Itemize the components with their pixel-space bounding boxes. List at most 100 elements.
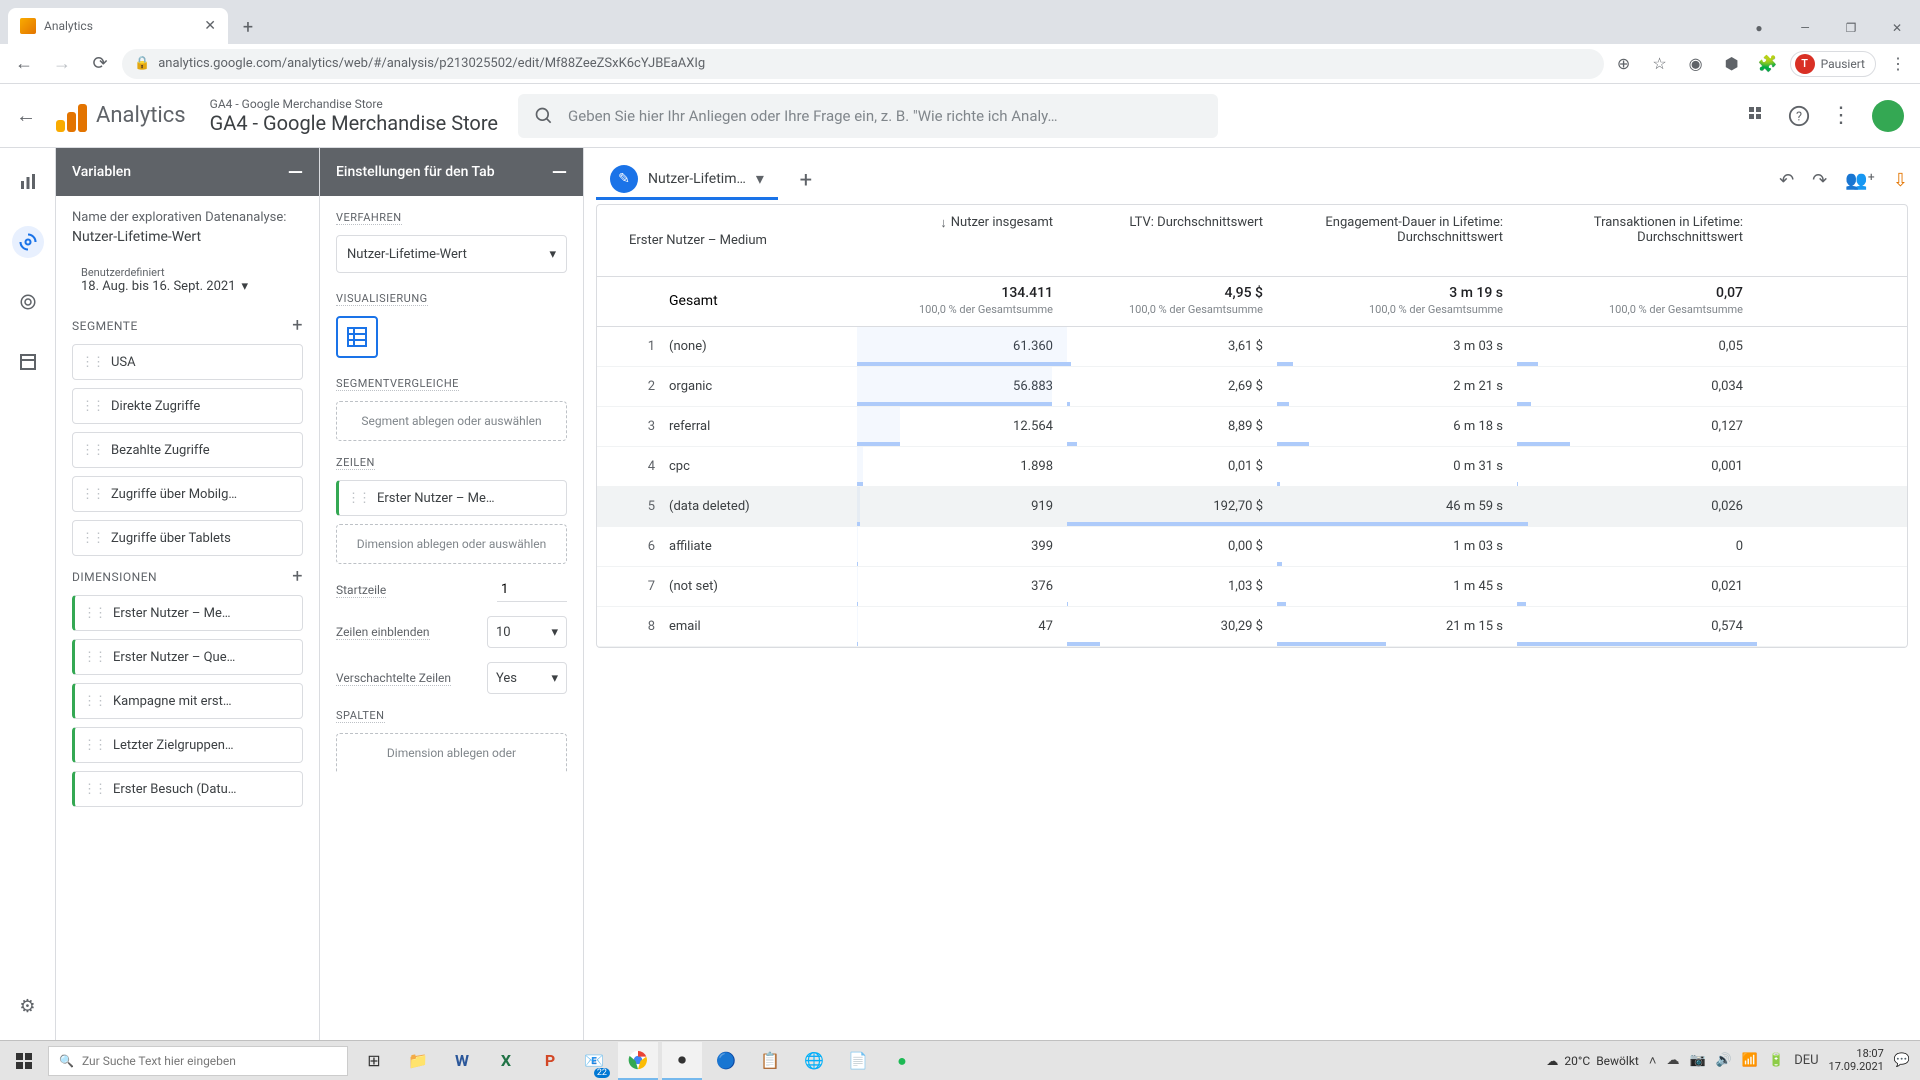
segment-dropzone[interactable]: Segment ablegen oder auswählen [336, 401, 567, 441]
add-tab-button[interactable]: + [786, 160, 826, 200]
segment-chip[interactable]: ⋮⋮USA [72, 344, 303, 380]
explorer-icon[interactable]: 📁 [398, 1042, 438, 1080]
segment-chip[interactable]: ⋮⋮Bezahlte Zugriffe [72, 432, 303, 468]
add-dimension-icon[interactable]: + [292, 566, 303, 587]
date-range-picker[interactable]: Benutzerdefiniert 18. Aug. bis 16. Sept.… [72, 259, 303, 301]
reload-icon[interactable]: ⟳ [84, 48, 116, 80]
clock[interactable]: 18:07 17.09.2021 [1829, 1048, 1884, 1072]
obs-icon[interactable]: ⏺ [662, 1042, 702, 1080]
table-row[interactable]: 2organic56.8832,69 $2 m 21 s0,034 [597, 367, 1907, 407]
meet-now-icon[interactable]: 📷 [1689, 1053, 1705, 1068]
segment-chip[interactable]: ⋮⋮Zugriffe über Mobilg… [72, 476, 303, 512]
col-header-ltv[interactable]: LTV: Durchschnittswert [1067, 205, 1277, 276]
table-row[interactable]: 8email4730,29 $21 m 15 s0,574 [597, 607, 1907, 647]
share-icon[interactable]: 👥⁺ [1845, 170, 1875, 191]
collapse-icon[interactable]: — [288, 160, 303, 184]
rail-configure-icon[interactable] [12, 346, 44, 378]
table-row[interactable]: 1(none)61.3603,61 $3 m 03 s0,05 [597, 327, 1907, 367]
rail-admin-icon[interactable]: ⚙ [12, 990, 44, 1022]
extension-icon-2[interactable]: ⬢ [1718, 50, 1746, 78]
start-row-input[interactable] [497, 578, 567, 602]
table-row[interactable]: 7(not set)3761,03 $1 m 45 s0,021 [597, 567, 1907, 607]
powerpoint-icon[interactable]: P [530, 1042, 570, 1080]
technique-select[interactable]: Nutzer-Lifetime-Wert ▾ [336, 235, 567, 273]
rail-advertising-icon[interactable] [12, 286, 44, 318]
account-dot-icon[interactable]: ● [1736, 12, 1782, 44]
chevron-down-icon: ▾ [551, 671, 558, 686]
row-dimension-chip[interactable]: ⋮⋮ Erster Nutzer – Me… [336, 480, 567, 516]
app-icon-2[interactable]: 📋 [750, 1042, 790, 1080]
more-menu-icon[interactable]: ⋮ [1830, 103, 1852, 128]
extension-icon[interactable]: ◉ [1682, 50, 1710, 78]
segment-chip[interactable]: ⋮⋮Direkte Zugriffe [72, 388, 303, 424]
browser-tab[interactable]: Analytics ✕ [8, 8, 228, 44]
redo-icon[interactable]: ↷ [1812, 170, 1827, 191]
spotify-icon[interactable]: ● [882, 1042, 922, 1080]
app-icon-1[interactable]: 🔵 [706, 1042, 746, 1080]
rail-reports-icon[interactable] [12, 166, 44, 198]
col-header-users[interactable]: ↓Nutzer insgesamt [857, 205, 1067, 276]
back-icon[interactable]: ← [8, 48, 40, 80]
search-input[interactable]: Geben Sie hier Ihr Anliegen oder Ihre Fr… [518, 94, 1218, 138]
property-selector[interactable]: GA4 - Google Merchandise Store GA4 - Goo… [210, 97, 498, 135]
bookmark-icon[interactable]: ☆ [1646, 50, 1674, 78]
export-icon[interactable]: ⇩ [1893, 170, 1908, 191]
dimension-chip[interactable]: ⋮⋮Letzter Zielgruppen… [72, 727, 303, 763]
segment-chip[interactable]: ⋮⋮Zugriffe über Tablets [72, 520, 303, 556]
notepad-icon[interactable]: 📄 [838, 1042, 878, 1080]
notifications-icon[interactable]: 💬 [1894, 1053, 1910, 1068]
onedrive-icon[interactable]: ☁ [1666, 1053, 1679, 1068]
report-tab[interactable]: ✎ Nutzer-Lifetim… ▾ [596, 160, 778, 200]
analysis-name-value[interactable]: Nutzer-Lifetime-Wert [72, 229, 303, 245]
collapse-icon[interactable]: — [552, 160, 567, 184]
nav-back-icon[interactable]: ← [16, 103, 56, 128]
col-header-engagement[interactable]: Engagement-Dauer in Lifetime: Durchschni… [1277, 205, 1517, 276]
rail-explore-icon[interactable] [12, 226, 44, 258]
table-row[interactable]: 6affiliate3990,00 $1 m 03 s0 [597, 527, 1907, 567]
table-row[interactable]: 5(data deleted)919192,70 $46 m 59 s0,026 [597, 487, 1907, 527]
visualization-table-icon[interactable] [336, 316, 378, 358]
close-tab-icon[interactable]: ✕ [204, 18, 216, 34]
maximize-icon[interactable]: ❐ [1828, 12, 1874, 44]
volume-icon[interactable]: 🔊 [1716, 1053, 1732, 1068]
help-icon[interactable]: ? [1788, 105, 1810, 127]
user-avatar[interactable] [1872, 100, 1904, 132]
minimize-icon[interactable]: — [1782, 12, 1828, 44]
dimension-chip[interactable]: ⋮⋮Erster Nutzer – Que… [72, 639, 303, 675]
add-segment-icon[interactable]: + [292, 315, 303, 336]
new-tab-button[interactable]: + [234, 13, 262, 41]
mail-icon[interactable]: 📧22 [574, 1042, 614, 1080]
edge-icon[interactable]: 🌐 [794, 1042, 834, 1080]
dimension-chip[interactable]: ⋮⋮Erster Besuch (Datu… [72, 771, 303, 807]
start-button[interactable] [0, 1053, 48, 1069]
close-window-icon[interactable]: ✕ [1874, 12, 1920, 44]
chevron-down-icon[interactable]: ▾ [756, 169, 764, 188]
show-rows-select[interactable]: 10▾ [487, 616, 567, 648]
row-dimension-dropzone[interactable]: Dimension ablegen oder auswählen [336, 524, 567, 564]
col-header-transactions[interactable]: Transaktionen in Lifetime: Durchschnitts… [1517, 205, 1757, 276]
url-input[interactable]: 🔒 analytics.google.com/analytics/web/#/a… [122, 49, 1604, 79]
kebab-menu-icon[interactable]: ⋮ [1884, 50, 1912, 78]
extensions-menu-icon[interactable]: 🧩 [1754, 50, 1782, 78]
language-indicator[interactable]: DEU [1794, 1053, 1818, 1068]
taskbar-search[interactable]: 🔍 Zur Suche Text hier eingeben [48, 1046, 348, 1076]
table-row[interactable]: 4cpc1.8980,01 $0 m 31 s0,001 [597, 447, 1907, 487]
dimension-chip[interactable]: ⋮⋮Kampagne mit erst… [72, 683, 303, 719]
tray-chevron-icon[interactable]: ˄ [1649, 1053, 1657, 1069]
wifi-icon[interactable]: 📶 [1742, 1053, 1758, 1068]
col-header-dimension[interactable]: Erster Nutzer – Medium [597, 205, 857, 276]
battery-icon[interactable]: 🔋 [1768, 1053, 1784, 1068]
apps-grid-icon[interactable] [1748, 106, 1768, 126]
excel-icon[interactable]: X [486, 1042, 526, 1080]
word-icon[interactable]: W [442, 1042, 482, 1080]
weather-widget[interactable]: ☁ 20°C Bewölkt [1546, 1054, 1638, 1068]
column-dimension-dropzone[interactable]: Dimension ablegen oder [336, 733, 567, 772]
dimension-chip[interactable]: ⋮⋮Erster Nutzer – Me… [72, 595, 303, 631]
chrome-icon[interactable] [618, 1042, 658, 1080]
undo-icon[interactable]: ↶ [1779, 170, 1794, 191]
zoom-icon[interactable]: ⊕ [1610, 50, 1638, 78]
task-view-icon[interactable]: ⊞ [354, 1042, 394, 1080]
nested-rows-select[interactable]: Yes▾ [487, 662, 567, 694]
table-row[interactable]: 3referral12.5648,89 $6 m 18 s0,127 [597, 407, 1907, 447]
profile-paused-pill[interactable]: T Pausiert [1790, 51, 1876, 77]
